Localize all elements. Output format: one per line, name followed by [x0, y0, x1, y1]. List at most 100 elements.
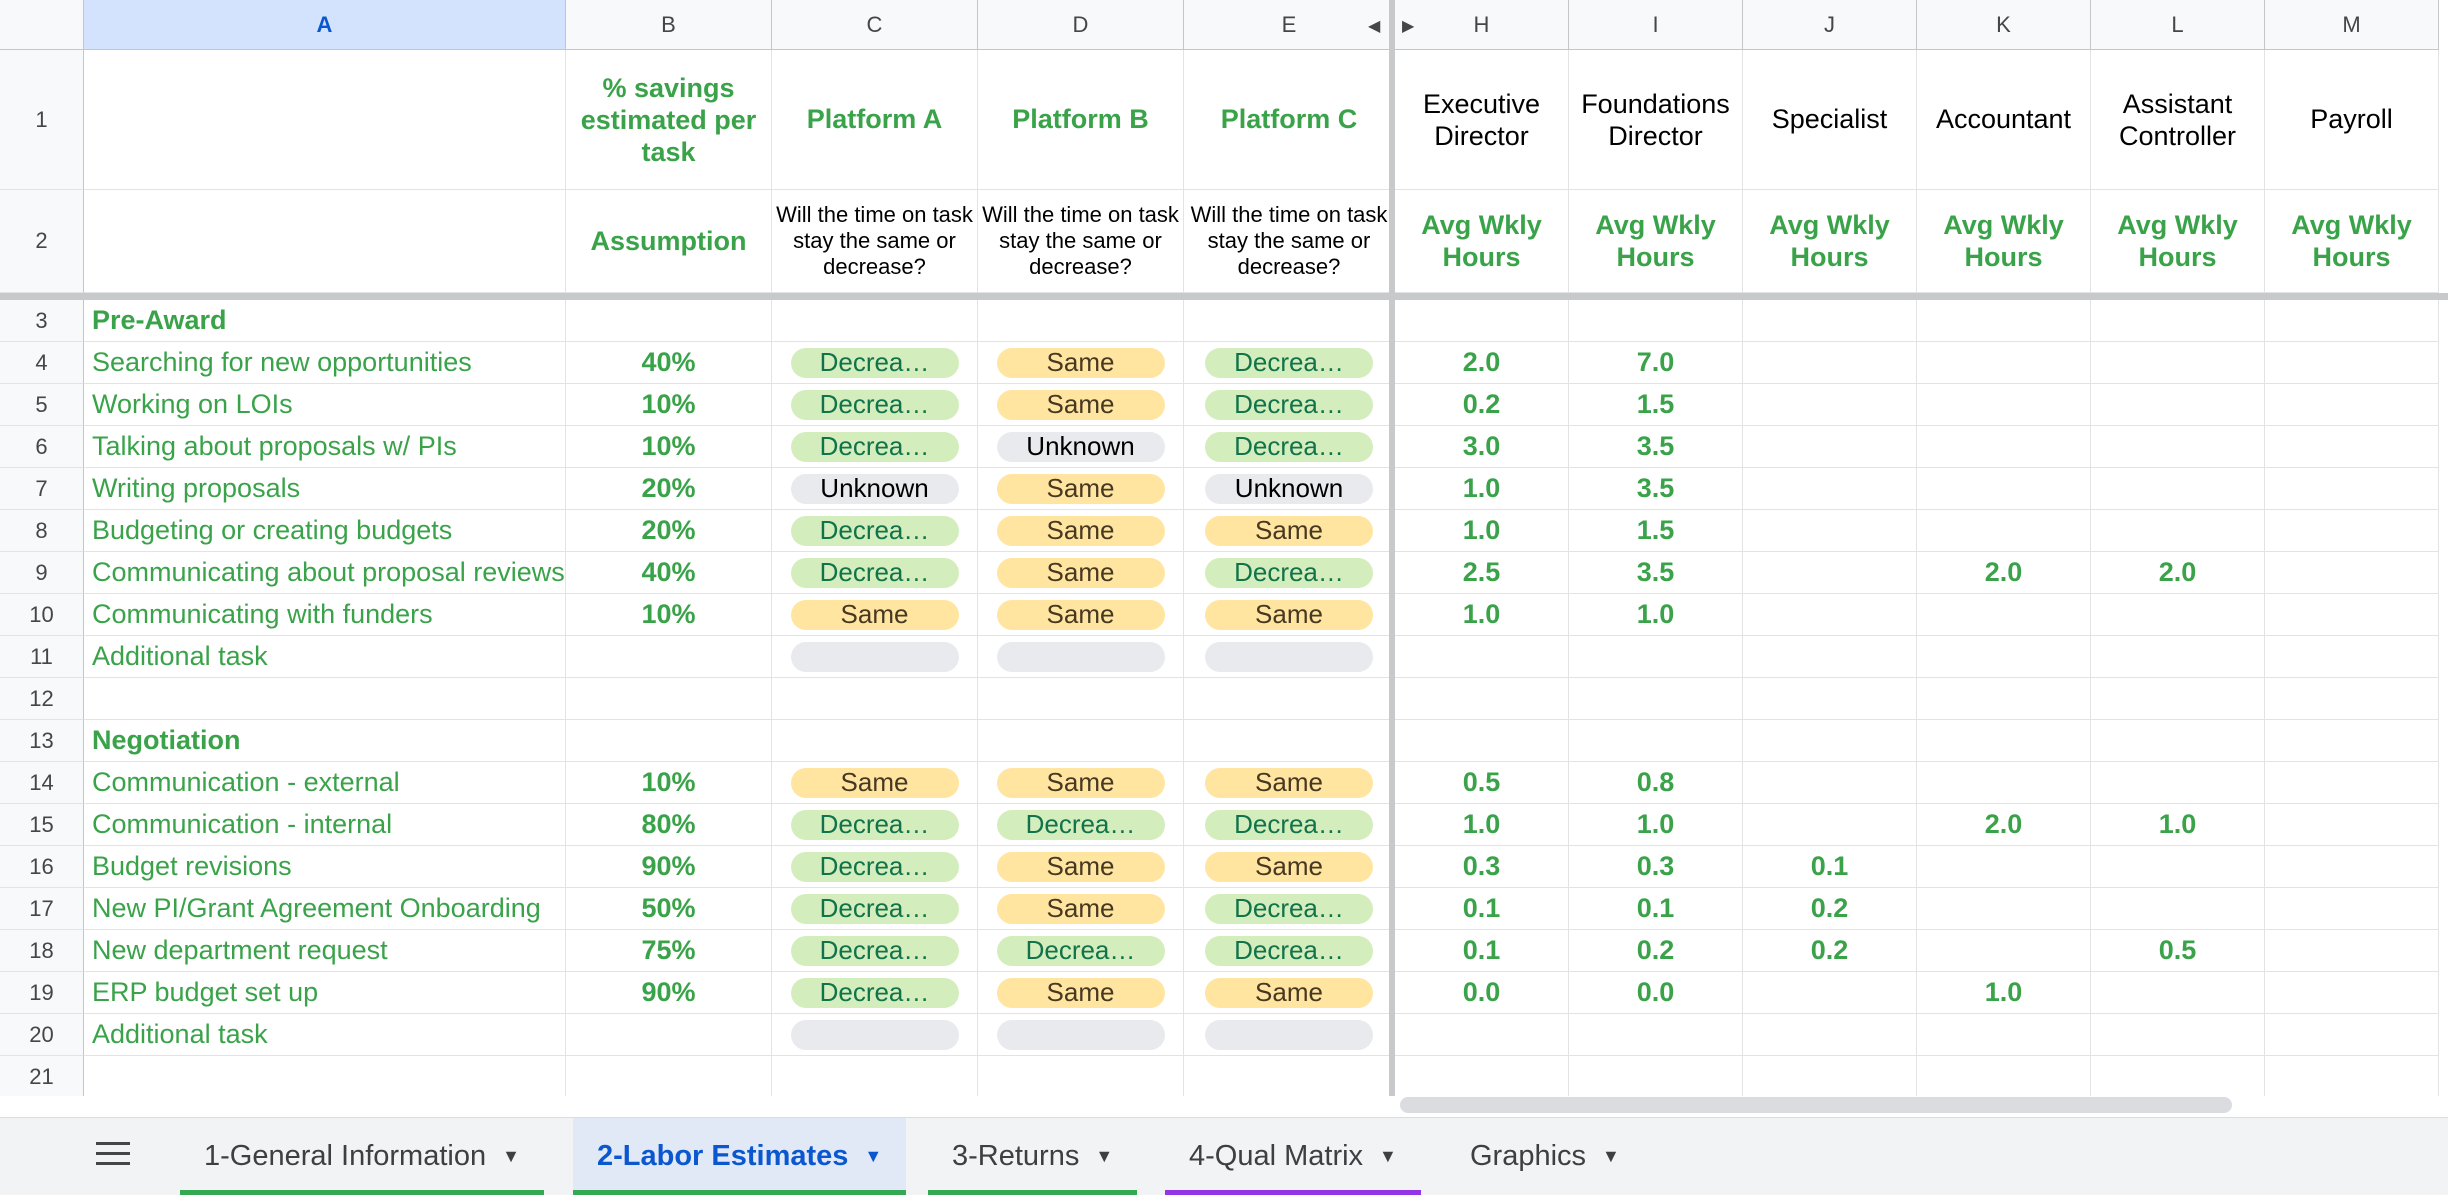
hours-cell-k[interactable] [1917, 930, 2091, 972]
task-name[interactable]: Communicating with funders [84, 594, 566, 636]
hours-cell-i[interactable]: 1.0 [1569, 594, 1743, 636]
dropdown-chip[interactable]: Decrea… [1205, 809, 1373, 840]
hours-cell-m[interactable] [2265, 846, 2439, 888]
savings-percent[interactable] [566, 1014, 772, 1056]
hours-cell-i[interactable]: 3.5 [1569, 426, 1743, 468]
task-name[interactable]: Additional task [84, 1014, 566, 1056]
dropdown-chip[interactable]: Same [996, 977, 1165, 1008]
row-header[interactable]: 2 [0, 190, 84, 293]
dropdown-chip[interactable]: Same [996, 473, 1165, 504]
savings-percent[interactable]: 20% [566, 510, 772, 552]
platform-e-cell[interactable]: Decrea… [1184, 888, 1395, 930]
platform-e-cell[interactable] [1184, 1014, 1395, 1056]
empty-cell[interactable] [1743, 1056, 1917, 1096]
spreadsheet-grid[interactable]: A B C D E H I J K L M ◀ ▶ 1 % savings estimated per ta… [0, 0, 2448, 1096]
dropdown-chip[interactable]: Decrea… [790, 851, 959, 882]
platform-d-cell[interactable]: Same [978, 972, 1184, 1014]
savings-percent[interactable]: 40% [566, 552, 772, 594]
row-header[interactable]: 17 [0, 888, 84, 930]
hours-cell-h[interactable]: 1.0 [1395, 594, 1569, 636]
row-header[interactable]: 7 [0, 468, 84, 510]
header-m1[interactable]: Payroll [2265, 50, 2439, 190]
dropdown-chip[interactable]: Decrea… [790, 347, 959, 378]
task-name[interactable]: Additional task [84, 636, 566, 678]
savings-percent[interactable]: 10% [566, 762, 772, 804]
empty-cell[interactable] [1569, 1056, 1743, 1096]
platform-c-cell[interactable]: Same [772, 594, 978, 636]
empty-cell[interactable] [1917, 720, 2091, 762]
column-header-l[interactable]: L [2091, 0, 2265, 50]
empty-cell[interactable] [1395, 300, 1569, 342]
column-header-i[interactable]: I [1569, 0, 1743, 50]
dropdown-chip[interactable]: Decrea… [1205, 935, 1373, 966]
dropdown-chip[interactable]: Same [996, 767, 1165, 798]
task-name[interactable]: Budget revisions [84, 846, 566, 888]
task-name[interactable]: Communication - internal [84, 804, 566, 846]
empty-cell[interactable] [1743, 678, 1917, 720]
platform-d-cell[interactable]: Decrea… [978, 804, 1184, 846]
column-header-d[interactable]: D [978, 0, 1184, 50]
task-name[interactable]: New department request [84, 930, 566, 972]
platform-d-cell[interactable] [978, 1014, 1184, 1056]
hours-cell-l[interactable] [2091, 594, 2265, 636]
savings-percent[interactable]: 10% [566, 426, 772, 468]
hours-cell-m[interactable] [2265, 762, 2439, 804]
hours-cell-m[interactable] [2265, 594, 2439, 636]
platform-e-cell[interactable]: Same [1184, 510, 1395, 552]
empty-cell[interactable] [772, 720, 978, 762]
hours-cell-i[interactable]: 0.2 [1569, 930, 1743, 972]
row-header[interactable]: 9 [0, 552, 84, 594]
platform-d-cell[interactable]: Same [978, 468, 1184, 510]
column-header-m[interactable]: M [2265, 0, 2439, 50]
empty-cell[interactable] [978, 720, 1184, 762]
dropdown-chip[interactable] [790, 641, 959, 672]
platform-e-cell[interactable]: Decrea… [1184, 930, 1395, 972]
hours-cell-j[interactable] [1743, 384, 1917, 426]
hours-cell-l[interactable] [2091, 846, 2265, 888]
triangle-left-icon[interactable]: ◀ [1368, 16, 1380, 36]
hours-cell-i[interactable]: 0.3 [1569, 846, 1743, 888]
platform-c-cell[interactable]: Decrea… [772, 552, 978, 594]
column-header-k[interactable]: K [1917, 0, 2091, 50]
hours-cell-l[interactable] [2091, 636, 2265, 678]
hours-cell-m[interactable] [2265, 342, 2439, 384]
header-k1[interactable]: Accountant [1917, 50, 2091, 190]
platform-e-cell[interactable]: Same [1184, 594, 1395, 636]
empty-cell[interactable] [2265, 1056, 2439, 1096]
cell-a1[interactable] [84, 50, 566, 190]
empty-cell[interactable] [1184, 678, 1395, 720]
hours-cell-j[interactable] [1743, 342, 1917, 384]
empty-cell[interactable] [566, 300, 772, 342]
column-header-e[interactable]: E [1184, 0, 1395, 50]
dropdown-arrow-icon[interactable]: ▼ [1602, 1146, 1620, 1167]
dropdown-arrow-icon[interactable]: ▼ [1095, 1146, 1113, 1167]
hours-cell-l[interactable] [2091, 426, 2265, 468]
hours-cell-m[interactable] [2265, 384, 2439, 426]
header-d2[interactable]: Will the time on task stay the same or d… [978, 190, 1184, 293]
hours-cell-m[interactable] [2265, 804, 2439, 846]
hours-cell-l[interactable] [2091, 762, 2265, 804]
platform-c-cell[interactable]: Decrea… [772, 804, 978, 846]
hours-cell-h[interactable]: 0.1 [1395, 888, 1569, 930]
dropdown-chip[interactable]: Same [1205, 515, 1373, 546]
header-b1[interactable]: % savings estimated per task [566, 50, 772, 190]
dropdown-chip[interactable]: Same [996, 893, 1165, 924]
hours-cell-m[interactable] [2265, 636, 2439, 678]
dropdown-chip[interactable]: Decrea… [790, 557, 959, 588]
row-header[interactable]: 16 [0, 846, 84, 888]
header-e2[interactable]: Will the time on task stay the same or d… [1184, 190, 1395, 293]
platform-c-cell[interactable] [772, 636, 978, 678]
dropdown-chip[interactable]: Same [1205, 977, 1373, 1008]
hours-cell-l[interactable] [2091, 510, 2265, 552]
hours-cell-k[interactable]: 2.0 [1917, 804, 2091, 846]
hours-cell-k[interactable] [1917, 762, 2091, 804]
sheet-tab[interactable]: 4-Qual Matrix ▼ [1165, 1118, 1421, 1195]
dropdown-chip[interactable]: Same [1205, 599, 1373, 630]
hours-cell-i[interactable] [1569, 636, 1743, 678]
task-name[interactable]: Talking about proposals w/ PIs [84, 426, 566, 468]
hours-cell-l[interactable] [2091, 972, 2265, 1014]
hours-cell-h[interactable]: 0.5 [1395, 762, 1569, 804]
savings-percent[interactable]: 20% [566, 468, 772, 510]
platform-c-cell[interactable]: Decrea… [772, 510, 978, 552]
row-header[interactable]: 15 [0, 804, 84, 846]
